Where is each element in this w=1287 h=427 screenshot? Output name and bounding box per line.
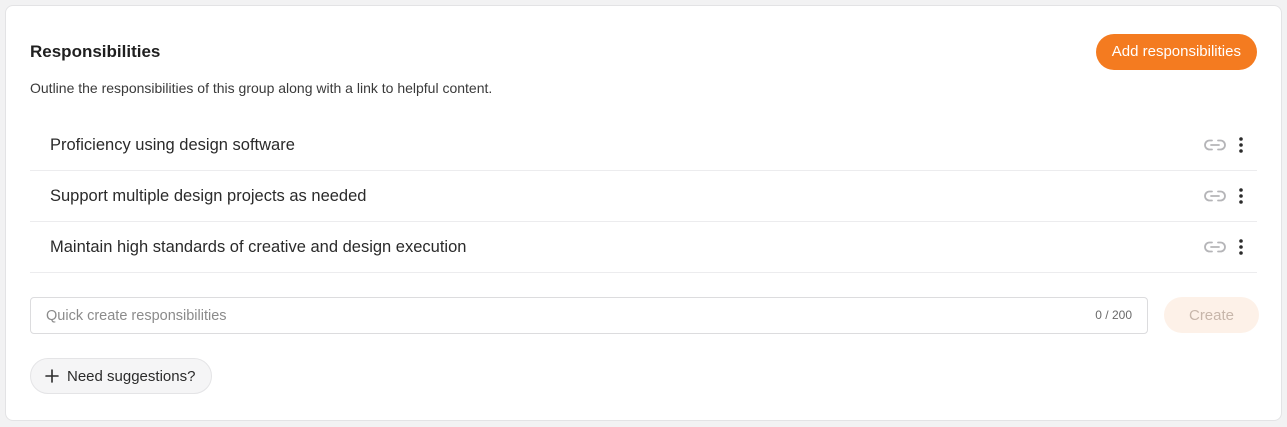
character-counter: 0 / 200: [1095, 308, 1132, 322]
link-icon[interactable]: [1203, 184, 1227, 208]
plus-icon: [45, 369, 59, 383]
more-vertical-icon[interactable]: [1233, 184, 1249, 208]
add-responsibilities-button[interactable]: Add responsibilities: [1095, 34, 1257, 70]
row-actions: [1203, 235, 1257, 259]
section-title: Responsibilities: [30, 42, 161, 61]
responsibility-label: Maintain high standards of creative and …: [50, 237, 467, 256]
responsibilities-card: Responsibilities Outline the responsibil…: [5, 5, 1282, 421]
need-suggestions-button[interactable]: Need suggestions?: [30, 358, 213, 394]
responsibilities-list: Proficiency using design software Suppor…: [30, 120, 1257, 273]
list-item[interactable]: Proficiency using design software: [30, 120, 1257, 171]
list-item[interactable]: Support multiple design projects as need…: [30, 171, 1257, 222]
more-vertical-icon[interactable]: [1233, 235, 1249, 259]
quick-create-field: 0 / 200: [30, 297, 1148, 334]
responsibility-label: Proficiency using design software: [50, 135, 295, 154]
more-vertical-icon[interactable]: [1233, 133, 1249, 157]
quick-create-input[interactable]: [31, 298, 1147, 333]
responsibility-label: Support multiple design projects as need…: [50, 186, 367, 205]
section-subtitle: Outline the responsibilities of this gro…: [30, 80, 493, 96]
link-icon[interactable]: [1203, 235, 1227, 259]
need-suggestions-label: Need suggestions?: [67, 367, 196, 385]
row-actions: [1203, 184, 1257, 208]
row-actions: [1203, 133, 1257, 157]
link-icon[interactable]: [1203, 133, 1227, 157]
create-button[interactable]: Create: [1164, 297, 1259, 333]
list-item[interactable]: Maintain high standards of creative and …: [30, 222, 1257, 273]
